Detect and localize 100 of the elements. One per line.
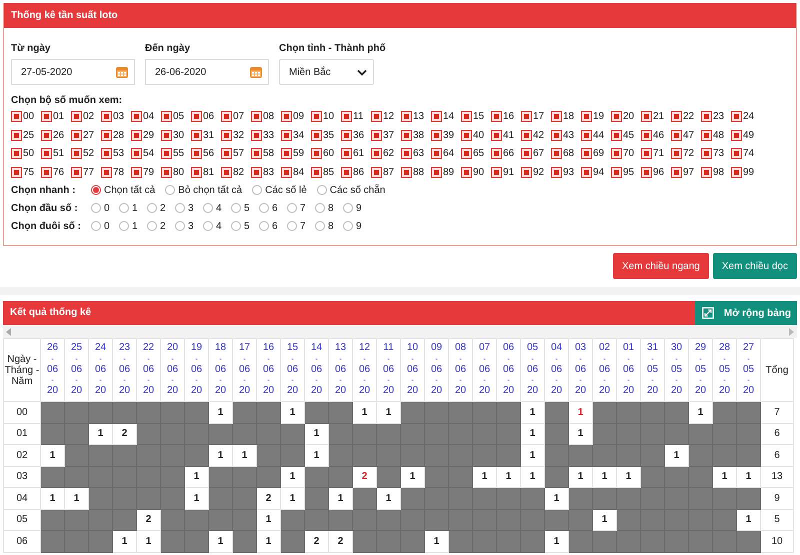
checkbox-label[interactable]: 12 <box>383 111 394 122</box>
checkbox[interactable] <box>341 166 352 178</box>
checkbox[interactable] <box>191 130 202 141</box>
checkbox-label[interactable]: 33 <box>263 130 274 141</box>
checkbox-label[interactable]: 43 <box>563 130 574 141</box>
checkbox-label[interactable]: 86 <box>353 166 364 178</box>
checkbox[interactable] <box>341 130 352 141</box>
checkbox-label[interactable]: 56 <box>203 148 214 160</box>
checkbox[interactable] <box>371 130 382 141</box>
checkbox[interactable] <box>71 111 82 122</box>
checkbox-label[interactable]: 92 <box>533 166 544 178</box>
checkbox-label[interactable]: 62 <box>383 148 394 160</box>
checkbox[interactable] <box>491 111 502 122</box>
radio-label[interactable]: 5 <box>244 220 250 232</box>
view-button[interactable]: Xem chiều dọc <box>712 253 797 279</box>
checkbox[interactable] <box>341 148 352 160</box>
checkbox-label[interactable]: 49 <box>743 130 754 141</box>
checkbox[interactable] <box>281 111 292 122</box>
checkbox[interactable] <box>521 130 532 141</box>
checkbox[interactable] <box>281 166 292 178</box>
radio-label[interactable]: 6 <box>272 202 278 214</box>
radio-label[interactable]: 8 <box>328 220 334 232</box>
checkbox[interactable] <box>431 148 442 160</box>
radio-button[interactable] <box>175 203 185 213</box>
checkbox-label[interactable]: 64 <box>443 148 454 160</box>
checkbox[interactable] <box>581 111 592 122</box>
radio-button[interactable] <box>259 203 269 213</box>
radio-button[interactable] <box>203 203 213 213</box>
checkbox-label[interactable]: 39 <box>443 130 454 141</box>
checkbox[interactable] <box>131 148 142 160</box>
checkbox-label[interactable]: 20 <box>623 111 634 122</box>
radio-button[interactable] <box>91 221 101 231</box>
checkbox[interactable] <box>281 130 292 141</box>
checkbox[interactable] <box>281 148 292 160</box>
radio-label[interactable]: Các số lẻ <box>265 184 307 196</box>
checkbox-label[interactable]: 96 <box>653 166 664 178</box>
checkbox-label[interactable]: 53 <box>113 148 124 160</box>
radio-label[interactable]: 0 <box>104 220 110 232</box>
checkbox[interactable] <box>311 111 322 122</box>
radio-button[interactable] <box>315 221 325 231</box>
checkbox-label[interactable]: 67 <box>533 148 544 160</box>
checkbox[interactable] <box>731 166 742 178</box>
checkbox[interactable] <box>131 166 142 178</box>
checkbox[interactable] <box>581 166 592 178</box>
radio-label[interactable]: Bỏ chọn tất cả <box>178 184 242 196</box>
checkbox[interactable] <box>311 148 322 160</box>
checkbox-label[interactable]: 29 <box>143 130 154 141</box>
checkbox[interactable] <box>71 130 82 141</box>
checkbox-label[interactable]: 51 <box>53 148 64 160</box>
checkbox-label[interactable]: 13 <box>413 111 424 122</box>
radio-label[interactable]: Các số chẵn <box>330 184 386 196</box>
checkbox[interactable] <box>461 130 472 141</box>
checkbox[interactable] <box>41 111 52 122</box>
checkbox-label[interactable]: 45 <box>623 130 634 141</box>
checkbox[interactable] <box>161 166 172 178</box>
radio-label[interactable]: 6 <box>272 220 278 232</box>
radio-label[interactable]: 3 <box>188 220 194 232</box>
checkbox-label[interactable]: 55 <box>173 148 184 160</box>
radio-label[interactable]: 5 <box>244 202 250 214</box>
checkbox-label[interactable]: 83 <box>263 166 274 178</box>
radio-label[interactable]: 1 <box>132 220 138 232</box>
checkbox[interactable] <box>221 130 232 141</box>
checkbox-label[interactable]: 17 <box>533 111 544 122</box>
radio-button[interactable] <box>343 203 353 213</box>
radio-label[interactable]: 3 <box>188 202 194 214</box>
checkbox[interactable] <box>491 148 502 160</box>
checkbox-label[interactable]: 28 <box>113 130 124 141</box>
checkbox[interactable] <box>431 130 442 141</box>
expand-button[interactable]: Mở rộng bảng <box>694 301 797 325</box>
checkbox[interactable] <box>251 130 262 141</box>
radio-button[interactable] <box>316 185 327 195</box>
checkbox-label[interactable]: 81 <box>203 166 214 178</box>
radio-button[interactable] <box>287 203 297 213</box>
checkbox[interactable] <box>191 148 202 160</box>
checkbox[interactable] <box>611 111 622 122</box>
checkbox-label[interactable]: 38 <box>413 130 424 141</box>
checkbox[interactable] <box>161 111 172 122</box>
checkbox[interactable] <box>461 148 472 160</box>
checkbox[interactable] <box>701 130 712 141</box>
checkbox[interactable] <box>611 166 622 178</box>
date-field[interactable]: 26-06-2020 <box>145 59 269 85</box>
checkbox[interactable] <box>401 130 412 141</box>
checkbox-label[interactable]: 48 <box>713 130 724 141</box>
checkbox[interactable] <box>731 130 742 141</box>
checkbox-label[interactable]: 68 <box>563 148 574 160</box>
checkbox-label[interactable]: 01 <box>53 111 64 122</box>
checkbox-label[interactable]: 05 <box>173 111 184 122</box>
checkbox[interactable] <box>71 148 82 160</box>
checkbox-label[interactable]: 27 <box>83 130 94 141</box>
checkbox-label[interactable]: 85 <box>323 166 334 178</box>
checkbox-label[interactable]: 19 <box>593 111 604 122</box>
checkbox[interactable] <box>101 166 112 178</box>
checkbox-label[interactable]: 15 <box>473 111 484 122</box>
checkbox[interactable] <box>491 130 502 141</box>
checkbox-label[interactable]: 54 <box>143 148 154 160</box>
checkbox[interactable] <box>221 148 232 160</box>
checkbox[interactable] <box>41 130 52 141</box>
horizontal-scrollbar[interactable] <box>3 325 797 338</box>
radio-button[interactable] <box>175 221 185 231</box>
checkbox[interactable] <box>11 166 22 178</box>
